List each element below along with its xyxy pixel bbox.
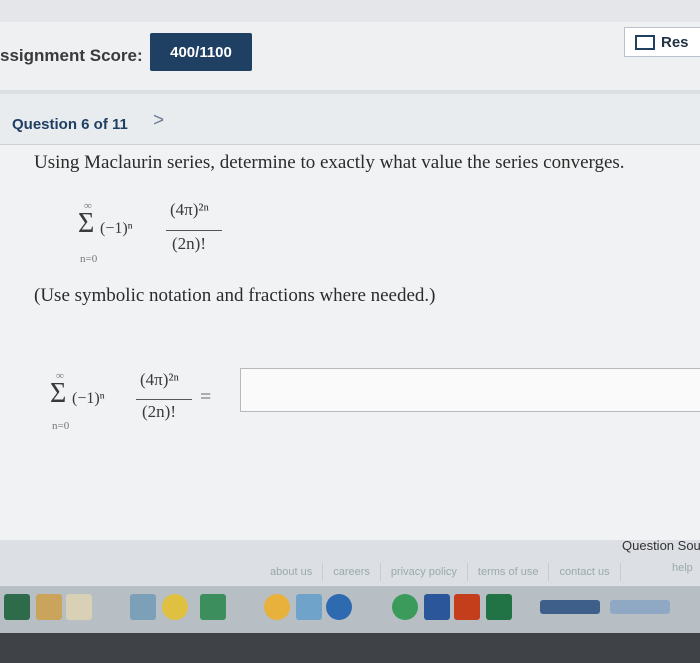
sum-lower-limit: n=0 xyxy=(80,253,98,265)
assignment-score-label: ssignment Score: xyxy=(0,46,143,65)
app-icon[interactable] xyxy=(130,594,156,620)
settings-icon[interactable] xyxy=(264,594,290,620)
sign-term: (−1)ⁿ xyxy=(100,220,133,237)
resources-button[interactable]: Res xyxy=(624,27,700,57)
word-icon[interactable] xyxy=(424,594,450,620)
resources-icon xyxy=(635,34,655,50)
fraction-bar xyxy=(136,399,192,400)
answer-input[interactable] xyxy=(240,368,700,412)
footer-link-careers[interactable]: careers xyxy=(323,563,381,581)
footer-links: about us careers privacy policy terms of… xyxy=(260,563,621,585)
fraction-denominator: (2n)! xyxy=(172,234,206,253)
footer-link-contact[interactable]: contact us xyxy=(549,563,621,581)
calendar-icon[interactable] xyxy=(66,594,92,620)
fraction-numerator: (4π)²ⁿ xyxy=(140,370,179,389)
equals-sign: = xyxy=(200,386,212,408)
fraction-bar xyxy=(166,230,222,231)
browser-top-strip xyxy=(0,0,700,23)
footer-link-terms[interactable]: terms of use xyxy=(468,563,550,581)
footer-link-about[interactable]: about us xyxy=(260,563,324,581)
footer-link-privacy[interactable]: privacy policy xyxy=(381,563,468,581)
monitor-bezel xyxy=(0,633,700,663)
next-question-chevron-icon[interactable]: > xyxy=(153,110,164,132)
start-icon[interactable] xyxy=(4,594,30,620)
music-icon[interactable] xyxy=(392,594,418,620)
store-icon[interactable] xyxy=(326,594,352,620)
notation-hint: (Use symbolic notation and fractions whe… xyxy=(34,285,436,306)
assignment-score-badge: 400/1100 xyxy=(150,33,252,71)
sigma-symbol: Σ xyxy=(50,378,67,409)
powerpoint-icon[interactable] xyxy=(454,594,480,620)
resources-label: Res xyxy=(661,33,689,51)
browser-icon[interactable] xyxy=(162,594,188,620)
sum-lower-limit: n=0 xyxy=(52,420,70,432)
question-number: Question 6 of 11 xyxy=(12,116,128,133)
chat-icon[interactable] xyxy=(200,594,226,620)
excel-icon[interactable] xyxy=(486,594,512,620)
window-thumb-icon[interactable] xyxy=(610,600,670,614)
help-icon[interactable] xyxy=(296,594,322,620)
folder-icon[interactable] xyxy=(36,594,62,620)
help-link[interactable]: help xyxy=(672,562,693,574)
question-text: Using Maclaurin series, determine to exa… xyxy=(34,152,625,173)
question-source-link[interactable]: Question Sou xyxy=(622,538,700,553)
sign-term: (−1)ⁿ xyxy=(72,390,105,407)
window-thumb-icon[interactable] xyxy=(540,600,600,614)
fraction-numerator: (4π)²ⁿ xyxy=(170,200,209,219)
fraction-denominator: (2n)! xyxy=(142,402,176,421)
sigma-symbol: Σ xyxy=(78,208,95,239)
